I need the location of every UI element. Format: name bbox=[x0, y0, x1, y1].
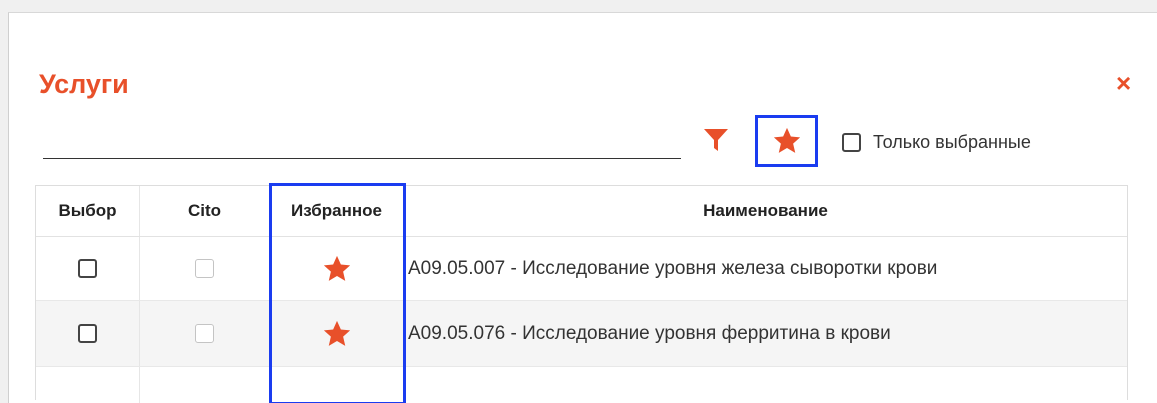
table-row[interactable]: A09.05.007 - Исследование уровня железа … bbox=[36, 237, 1127, 301]
favorites-toggle-button[interactable] bbox=[755, 115, 818, 167]
search-underline bbox=[43, 158, 681, 159]
search-input[interactable] bbox=[43, 128, 681, 158]
only-selected-checkbox[interactable] bbox=[842, 132, 861, 152]
table-row-partial bbox=[36, 367, 1127, 403]
row-service-name: A09.05.007 - Исследование уровня железа … bbox=[408, 257, 938, 279]
services-table: Выбор Cito Избранное Наименование A09.05… bbox=[35, 185, 1128, 403]
row-service-name: A09.05.076 - Исследование уровня феррити… bbox=[408, 322, 891, 344]
favorite-star-icon[interactable] bbox=[322, 319, 352, 349]
close-icon[interactable]: × bbox=[1116, 70, 1136, 96]
column-header-favorite[interactable]: Избранное bbox=[270, 186, 404, 236]
column-header-cito[interactable]: Cito bbox=[140, 186, 270, 236]
column-header-select[interactable]: Выбор bbox=[36, 186, 140, 236]
table-header: Выбор Cito Избранное Наименование bbox=[36, 186, 1127, 237]
row-select-checkbox[interactable] bbox=[78, 259, 97, 278]
row-select-checkbox[interactable] bbox=[78, 324, 97, 343]
column-header-name[interactable]: Наименование bbox=[404, 186, 1127, 236]
star-icon bbox=[773, 127, 800, 153]
filter-icon[interactable] bbox=[703, 127, 729, 153]
table-row[interactable]: A09.05.076 - Исследование уровня феррити… bbox=[36, 301, 1127, 367]
dialog-title: Услуги bbox=[39, 69, 129, 99]
row-cito-checkbox bbox=[195, 259, 214, 278]
row-cito-checkbox bbox=[195, 324, 214, 343]
favorite-star-icon[interactable] bbox=[322, 254, 352, 284]
only-selected-label: Только выбранные bbox=[873, 131, 1031, 152]
only-selected-filter[interactable]: Только выбранные bbox=[842, 128, 1031, 156]
